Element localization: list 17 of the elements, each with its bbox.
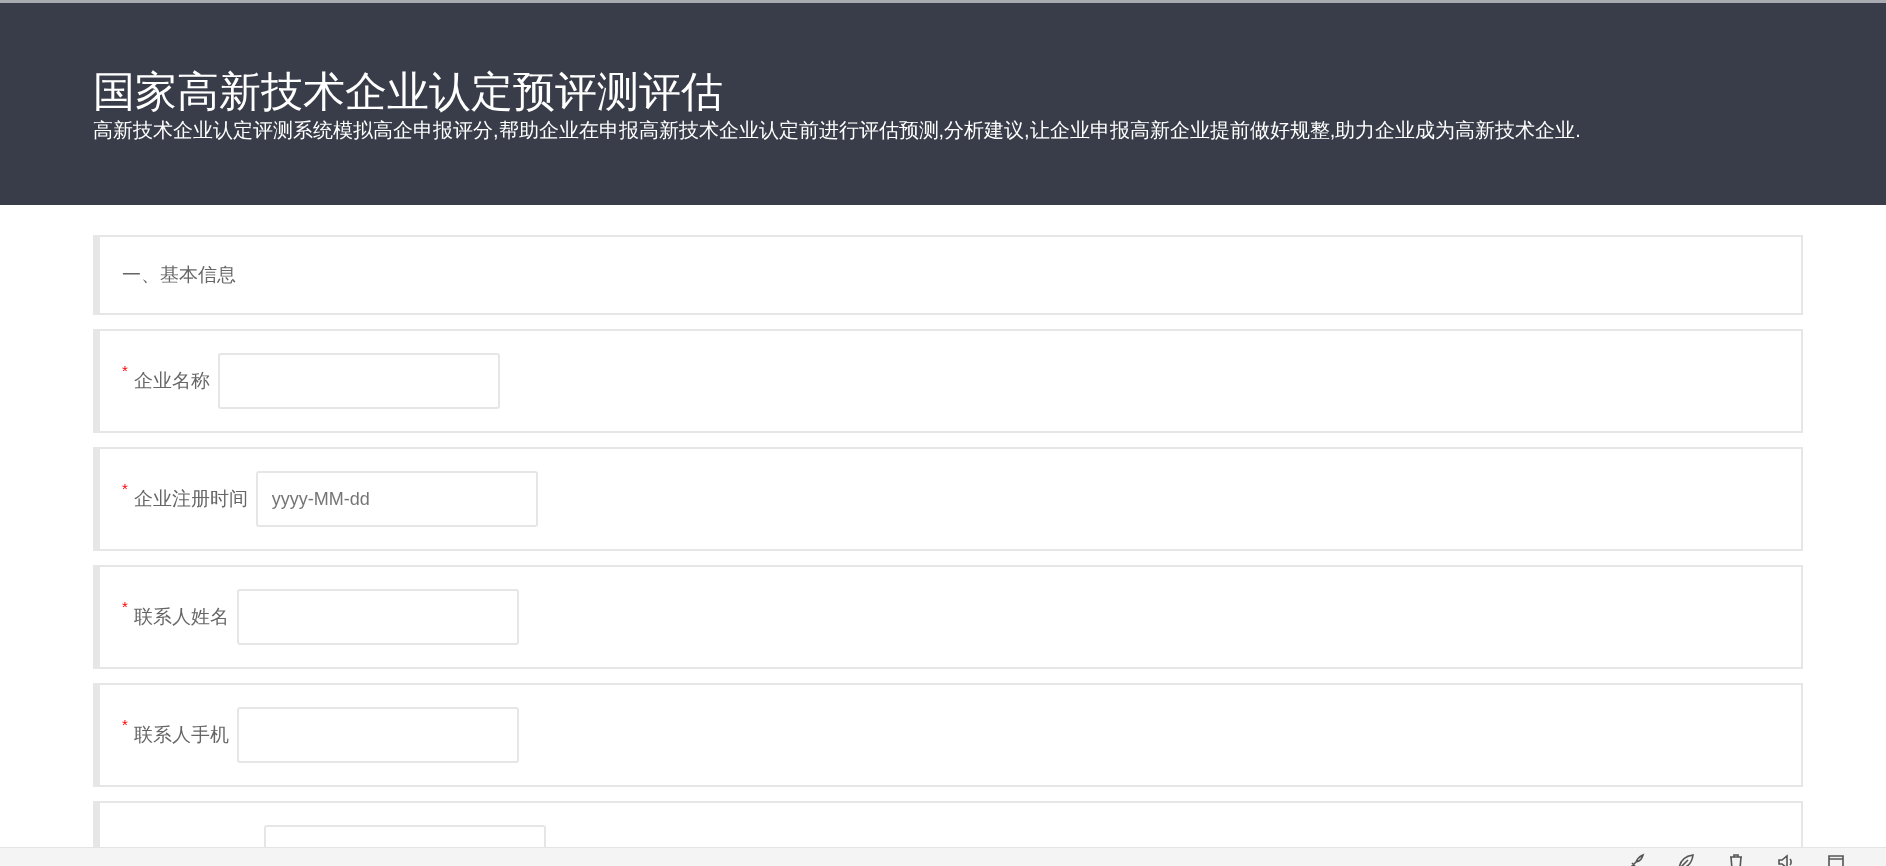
required-mark: * <box>122 362 128 379</box>
input-field[interactable]: yyyy-MM-dd <box>255 471 538 527</box>
field-label: 联系人手机 <box>133 723 229 747</box>
field-label: 企业名称 <box>133 369 210 393</box>
page-subtitle: 高新技术企业认定评测系统模拟高企申报评分,帮助企业在申报高新技术企业认定前进行评估预测,分析建议,让企业申报高新企业提前做好规整,助力企业成为高新技术企业. <box>93 118 1582 143</box>
required-mark: * <box>122 480 128 497</box>
section-heading: 一、基本信息 <box>122 263 236 287</box>
required-mark: * <box>122 716 128 733</box>
required-mark: * <box>122 598 128 615</box>
field-label: 联系人姓名 <box>133 605 229 629</box>
input-field[interactable] <box>217 353 500 409</box>
field-label: 企业注册时间 <box>133 487 248 511</box>
input-field[interactable] <box>236 589 519 645</box>
page-title: 国家高新技术企业认定预评测评估 <box>93 67 724 117</box>
leaf-icon[interactable] <box>1676 852 1696 866</box>
input-field[interactable] <box>236 707 519 763</box>
window-icon[interactable] <box>1826 852 1846 866</box>
